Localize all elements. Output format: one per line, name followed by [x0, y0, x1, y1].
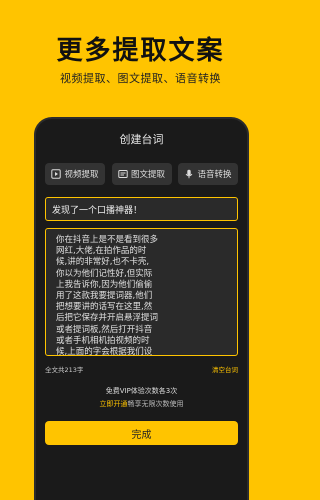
- script-textarea[interactable]: 你在抖音上是不是看到很多 网红,大佬,在拍作品的时 候,讲的非常好,也不卡壳, …: [45, 228, 238, 356]
- page-headline: 更多提取文案: [56, 36, 225, 66]
- tab-voice-convert[interactable]: 语音转换: [178, 163, 238, 185]
- script-title-input[interactable]: 发现了一个口播神器！: [45, 197, 238, 221]
- phone-mockup: 创建台词 视频提取 图文提取 语音转换 发现了一个口播神器！ 你在抖音上是不是看…: [34, 117, 249, 500]
- done-button[interactable]: 完成: [45, 421, 238, 445]
- microphone-icon: [184, 169, 194, 179]
- video-icon: [51, 169, 62, 179]
- upsell-text: 畅享无限次数使用: [127, 400, 184, 408]
- clear-script-button[interactable]: 清空台词: [212, 364, 238, 374]
- tab-label: 图文提取: [130, 170, 165, 180]
- tab-image-text-extract[interactable]: 图文提取: [111, 163, 172, 185]
- tab-label: 语音转换: [197, 170, 232, 180]
- screen-title: 创建台词: [119, 133, 164, 146]
- phone-screen: 创建台词 视频提取 图文提取 语音转换 发现了一个口播神器！ 你在抖音上是不是看…: [36, 119, 247, 500]
- extract-tabs: 视频提取 图文提取 语音转换: [45, 163, 238, 185]
- upsell-line: 立即开通畅享无限次数使用: [45, 399, 238, 409]
- activate-now-link[interactable]: 立即开通: [100, 400, 128, 408]
- image-text-icon: [118, 169, 128, 179]
- word-count: 全文共213字: [45, 366, 84, 374]
- vip-quota-text: 免费VIP体验次数各3次: [105, 387, 178, 395]
- tab-label: 视频提取: [64, 170, 99, 180]
- page-subtitle: 视频提取、图文提取、语音转换: [60, 72, 221, 85]
- meta-row: 全文共213字 清空台词: [45, 364, 238, 374]
- tab-video-extract[interactable]: 视频提取: [45, 163, 105, 185]
